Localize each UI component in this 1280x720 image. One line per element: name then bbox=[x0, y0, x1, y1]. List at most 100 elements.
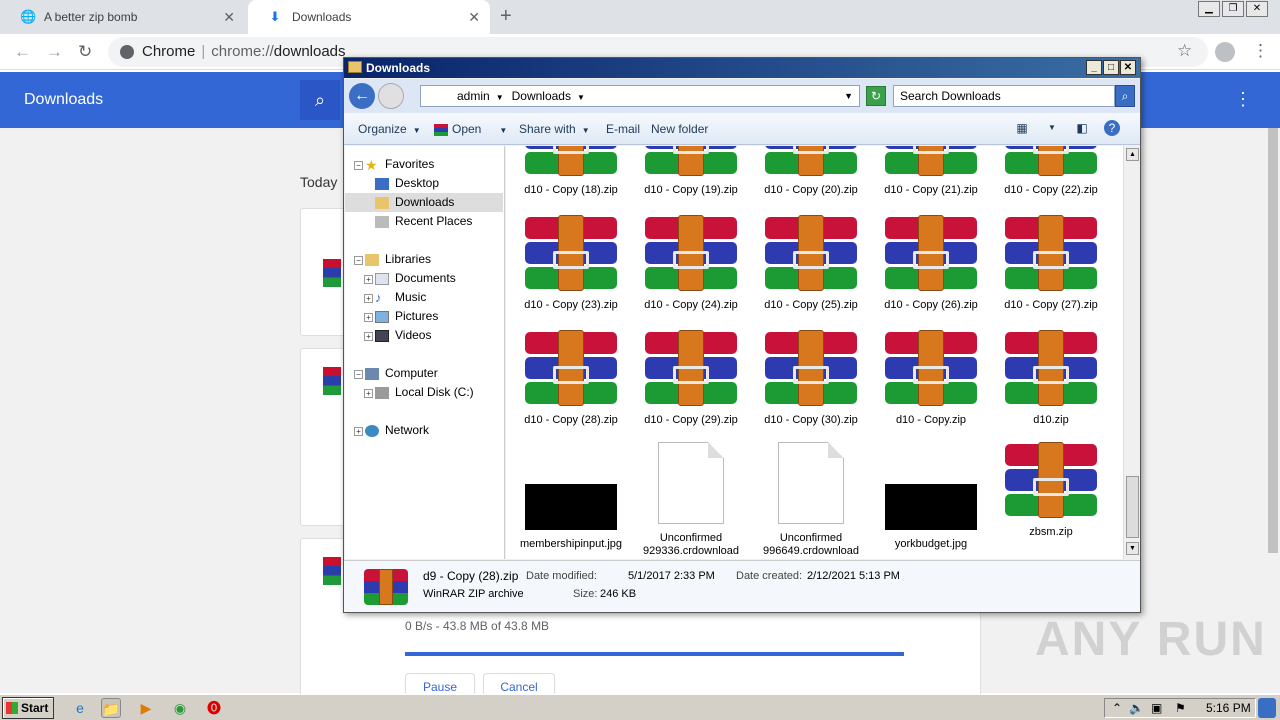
file-item[interactable]: d10 - Copy (21).zip bbox=[871, 146, 991, 197]
file-item[interactable]: zbsm.zip bbox=[991, 442, 1111, 539]
scroll-down-icon[interactable]: ▼ bbox=[1126, 542, 1139, 555]
organize-button[interactable]: Organize ▼ bbox=[358, 122, 421, 136]
file-item[interactable]: d10 - Copy (29).zip bbox=[631, 330, 751, 427]
nav-recent-places[interactable]: Recent Places bbox=[375, 212, 472, 231]
tab-zip-bomb[interactable]: 🌐 A better zip bomb ✕ bbox=[0, 0, 245, 34]
file-item[interactable]: d10 - Copy (23).zip bbox=[511, 215, 631, 312]
minimize-button[interactable]: ▁ bbox=[1198, 1, 1220, 17]
profile-avatar[interactable] bbox=[1215, 42, 1235, 62]
file-item[interactable]: d10 - Copy (27).zip bbox=[991, 215, 1111, 312]
nav-videos[interactable]: Videos bbox=[375, 326, 431, 345]
reload-icon[interactable]: ↻ bbox=[78, 42, 92, 62]
email-button[interactable]: E-mail bbox=[606, 122, 640, 136]
nav-documents[interactable]: Documents bbox=[375, 269, 456, 288]
restore-button[interactable]: ❐ bbox=[1222, 1, 1244, 17]
maximize-button[interactable]: □ bbox=[1103, 60, 1119, 75]
nav-downloads[interactable]: Downloads bbox=[345, 193, 503, 212]
expand-toggle[interactable]: + bbox=[364, 389, 373, 398]
back-icon[interactable]: ← bbox=[14, 42, 31, 62]
start-button[interactable]: Start bbox=[2, 697, 54, 719]
file-item[interactable]: membershipinput.jpg bbox=[511, 442, 631, 551]
file-item[interactable]: d10 - Copy.zip bbox=[871, 330, 991, 427]
file-item[interactable]: yorkbudget.jpg bbox=[871, 442, 991, 551]
file-item[interactable]: d10 - Copy (19).zip bbox=[631, 146, 751, 197]
collapse-toggle[interactable]: − bbox=[354, 256, 363, 265]
close-window-button[interactable]: ✕ bbox=[1246, 1, 1268, 17]
nav-music[interactable]: ♪ Music bbox=[375, 288, 426, 307]
explorer-taskbar-icon[interactable]: 📁 bbox=[101, 698, 121, 718]
scroll-up-icon[interactable]: ▲ bbox=[1126, 148, 1139, 161]
address-dropdown-icon[interactable]: ▼ bbox=[844, 86, 853, 106]
nav-favorites[interactable]: ★ Favorites bbox=[365, 155, 434, 174]
show-hidden-icons-icon[interactable]: ⌃ bbox=[1112, 701, 1122, 715]
more-actions-icon[interactable]: ⋮ bbox=[1234, 89, 1252, 110]
collapse-toggle[interactable]: − bbox=[354, 370, 363, 379]
volume-icon[interactable]: 🔈 bbox=[1129, 701, 1144, 715]
explorer-title-bar[interactable]: Downloads _ □ ✕ bbox=[344, 58, 1140, 78]
file-item[interactable]: d10 - Copy (28).zip bbox=[511, 330, 631, 427]
nav-network[interactable]: Network bbox=[365, 421, 429, 440]
expand-toggle[interactable]: + bbox=[364, 294, 373, 303]
chevron-down-icon[interactable]: ▼ bbox=[577, 93, 585, 102]
expand-toggle[interactable]: + bbox=[364, 275, 373, 284]
file-item[interactable]: d10 - Copy (25).zip bbox=[751, 215, 871, 312]
nav-computer[interactable]: Computer bbox=[365, 364, 438, 383]
explorer-window: Downloads _ □ ✕ ← admin ▼ Downloads ▼ ▼ ↻ S… bbox=[343, 57, 1141, 613]
search-icon[interactable]: ⌕ bbox=[300, 80, 340, 120]
file-item[interactable]: d10 - Copy (22).zip bbox=[991, 146, 1111, 197]
file-item[interactable]: d10 - Copy (20).zip bbox=[751, 146, 871, 197]
file-item[interactable]: d10 - Copy (26).zip bbox=[871, 215, 991, 312]
collapse-toggle[interactable]: − bbox=[354, 161, 363, 170]
nav-libraries[interactable]: Libraries bbox=[365, 250, 431, 269]
new-folder-button[interactable]: New folder bbox=[651, 122, 708, 136]
forward-icon[interactable]: → bbox=[46, 42, 63, 62]
menu-icon[interactable]: ⋮ bbox=[1252, 41, 1269, 61]
search-icon[interactable]: ⌕ bbox=[1115, 85, 1135, 107]
preview-pane-icon[interactable]: ◧ bbox=[1074, 120, 1090, 136]
security-app-icon[interactable]: ⓿ bbox=[204, 698, 224, 718]
show-desktop-icon[interactable] bbox=[1258, 698, 1276, 718]
chrome-taskbar-icon[interactable]: ◉ bbox=[170, 698, 190, 718]
chevron-down-icon[interactable]: ▼ bbox=[1044, 120, 1060, 136]
file-item[interactable]: d10 - Copy (18).zip bbox=[511, 146, 631, 197]
scrollbar-thumb[interactable] bbox=[1268, 128, 1278, 553]
file-item[interactable]: Unconfirmed 996649.crdownload bbox=[751, 442, 871, 558]
nav-desktop[interactable]: Desktop bbox=[375, 174, 439, 193]
tab-downloads[interactable]: ⬇ Downloads ✕ bbox=[248, 0, 490, 34]
back-icon[interactable]: ← bbox=[349, 83, 375, 109]
clock[interactable]: 5:16 PM bbox=[1206, 701, 1251, 715]
network-tray-icon[interactable]: ▣ bbox=[1151, 701, 1162, 715]
search-input[interactable]: Search Downloads bbox=[893, 85, 1115, 107]
open-button[interactable]: Open ▼ bbox=[434, 122, 507, 136]
close-icon[interactable]: ✕ bbox=[468, 9, 480, 26]
expand-toggle[interactable]: + bbox=[364, 332, 373, 341]
minimize-button[interactable]: _ bbox=[1086, 60, 1102, 75]
change-view-icon[interactable]: ▦ bbox=[1014, 120, 1030, 136]
page-scrollbar[interactable] bbox=[1266, 128, 1280, 693]
explorer-address-bar[interactable]: admin ▼ Downloads ▼ ▼ bbox=[420, 85, 860, 107]
forward-icon[interactable] bbox=[378, 83, 404, 109]
breadcrumb-admin[interactable]: admin bbox=[457, 89, 490, 103]
internet-explorer-icon[interactable]: e bbox=[70, 698, 90, 718]
media-player-icon[interactable]: ▶ bbox=[136, 698, 156, 718]
file-item[interactable]: d10.zip bbox=[991, 330, 1111, 427]
new-tab-button[interactable]: + bbox=[500, 5, 512, 28]
expand-toggle[interactable]: + bbox=[364, 313, 373, 322]
expand-toggle[interactable]: + bbox=[354, 427, 363, 436]
breadcrumb-downloads[interactable]: Downloads bbox=[512, 89, 571, 103]
action-center-flag-icon[interactable]: ⚑ bbox=[1175, 701, 1186, 715]
file-list-scrollbar[interactable]: ▲ ▼ bbox=[1123, 146, 1140, 559]
close-icon[interactable]: ✕ bbox=[223, 9, 235, 26]
bookmark-star-icon[interactable]: ☆ bbox=[1177, 41, 1192, 61]
chevron-down-icon[interactable]: ▼ bbox=[496, 93, 504, 102]
nav-local-disk[interactable]: Local Disk (C:) bbox=[375, 383, 474, 402]
refresh-icon[interactable]: ↻ bbox=[866, 86, 886, 106]
nav-pictures[interactable]: Pictures bbox=[375, 307, 438, 326]
file-item[interactable]: d10 - Copy (30).zip bbox=[751, 330, 871, 427]
share-button[interactable]: Share with ▼ bbox=[519, 122, 590, 136]
close-button[interactable]: ✕ bbox=[1120, 60, 1136, 75]
file-item[interactable]: d10 - Copy (24).zip bbox=[631, 215, 751, 312]
file-item[interactable]: Unconfirmed 929336.crdownload bbox=[631, 442, 751, 558]
help-icon[interactable]: ? bbox=[1104, 120, 1120, 136]
scrollbar-thumb[interactable] bbox=[1126, 476, 1139, 538]
